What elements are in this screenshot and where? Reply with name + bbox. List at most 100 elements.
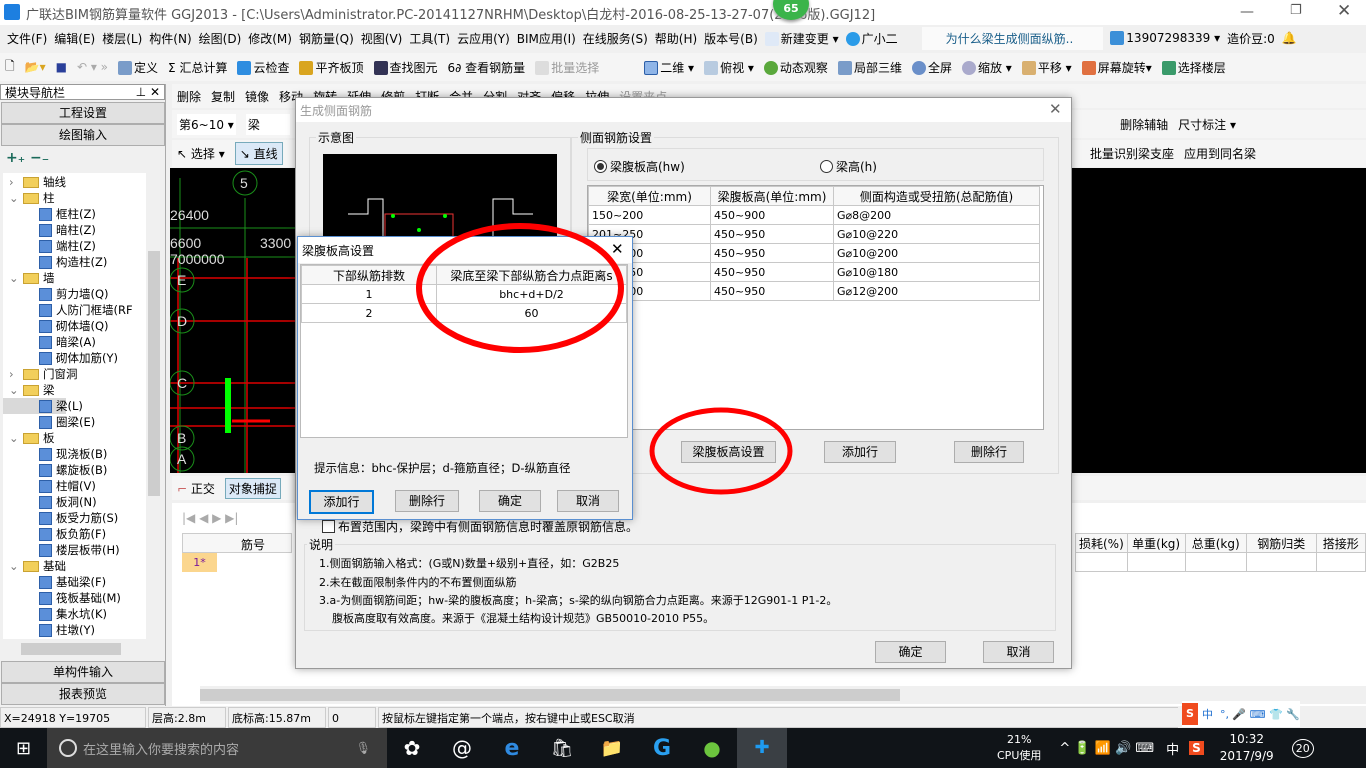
nav-project-settings[interactable]: 工程设置 [1, 102, 165, 124]
tree-folder[interactable]: › 门窗洞 [3, 366, 146, 382]
user-account[interactable]: 13907298339 ▾ [1110, 31, 1220, 46]
ime-lang[interactable]: 中 [1197, 703, 1217, 725]
menu-cloud[interactable]: 云应用(Y) [457, 30, 510, 47]
chevron-down-icon[interactable]: ⌄ [9, 558, 23, 574]
tree-vscrollbar[interactable] [146, 173, 162, 639]
table-cell[interactable]: 450~950 [710, 224, 834, 244]
menu-new-change[interactable]: 新建变更 ▾ [764, 30, 839, 47]
tree-folder[interactable]: ⌄ 基础 [3, 558, 146, 574]
menu-floor[interactable]: 楼层(L) [102, 30, 142, 47]
menu-bim[interactable]: BIM应用(I) [517, 30, 576, 47]
expand-collapse-icons[interactable]: +₊ −₋ [6, 150, 49, 166]
taskbar-app-active[interactable]: ✚ [737, 728, 787, 768]
tree-folder[interactable]: ⌄ 墙 [3, 270, 146, 286]
ime-tools-icons[interactable]: °, 🎤 ⌨ 👕 🔧 [1216, 703, 1300, 725]
table-cell[interactable]: G⌀8@200 [833, 205, 1040, 225]
menu-version[interactable]: 版本号(B) [704, 30, 758, 47]
menu-modify[interactable]: 修改(M) [248, 30, 292, 47]
chevron-down-icon[interactable]: ⌄ [9, 190, 23, 206]
ortho-toggle[interactable]: ⌐ 正交 [177, 480, 215, 497]
table-cell[interactable]: 450~950 [710, 243, 834, 263]
table-cell[interactable]: G⌀10@220 [833, 224, 1040, 244]
chevron-down-icon[interactable]: ⌄ [9, 382, 23, 398]
sub-cancel-button[interactable]: 取消 [557, 490, 619, 512]
tree-item[interactable]: 框柱(Z) [3, 206, 146, 222]
new-file-icon[interactable]: 🗋 [5, 57, 15, 78]
table-cell[interactable]: 150~200 [588, 205, 711, 225]
windows-start-icon[interactable]: ⊞ [0, 738, 47, 759]
2d-dropdown[interactable]: 二维 ▾ [644, 59, 694, 76]
line-tool[interactable]: ↘ 直线 [234, 142, 283, 165]
nav-drawing-input[interactable]: 绘图输入 [1, 124, 165, 146]
table-row[interactable]: 150~200 450~900 G⌀8@200 [588, 205, 1040, 225]
open-file-icon[interactable]: 📂▾ [25, 60, 46, 74]
radio-web-height[interactable]: 梁腹板高(hw) [594, 158, 685, 175]
select-tool[interactable]: ↖ 选择 ▾ [177, 145, 225, 162]
tree-folder[interactable]: ⌄ 板 [3, 430, 146, 446]
tree-item[interactable]: 螺旋板(B) [3, 462, 146, 478]
question-link[interactable]: 为什么梁生成侧面纵筋.. [921, 26, 1104, 50]
overwrite-checkbox[interactable]: 布置范围内，梁跨中有侧面钢筋信息时覆盖原钢筋信息。 [322, 518, 638, 535]
tree-item[interactable]: 板受力筋(S) [3, 510, 146, 526]
table-cell[interactable]: 1 [301, 284, 437, 304]
type-select[interactable]: 梁 [245, 113, 290, 135]
align-slab-top-button[interactable]: 平齐板顶 [299, 59, 364, 76]
tree-item[interactable]: 梁(L) [3, 398, 83, 414]
taskbar-search[interactable]: 在这里输入你要搜索的内容 🎙 [47, 728, 387, 768]
menu-online[interactable]: 在线服务(S) [583, 30, 648, 47]
chevron-right-icon[interactable]: › [9, 174, 23, 190]
bell-icon[interactable]: 🔔 [1282, 31, 1297, 45]
sub-ok-button[interactable]: 确定 [479, 490, 541, 512]
tree-item[interactable]: 圈梁(E) [3, 414, 146, 430]
mirror-button[interactable]: 镜像 [245, 88, 269, 105]
zoom-button[interactable]: 缩放 ▾ [961, 59, 1012, 76]
delete-button[interactable]: 删除 [177, 88, 201, 105]
find-element-button[interactable]: 查找图元 [373, 59, 438, 76]
tree-item[interactable]: 剪力墙(Q) [3, 286, 146, 302]
fullscreen-button[interactable]: 全屏 [911, 59, 952, 76]
table-cell[interactable]: G⌀10@180 [833, 262, 1040, 282]
tree-item[interactable]: 基础梁(F) [3, 574, 146, 590]
tree-item[interactable]: 砌体墙(Q) [3, 318, 146, 334]
tree-item[interactable]: 端柱(Z) [3, 238, 146, 254]
radio-beam-height[interactable]: 梁高(h) [820, 158, 877, 175]
table-cell[interactable]: bhc+d+D/2 [436, 284, 627, 304]
table-row[interactable]: 351~400450~950G⌀12@200 [588, 281, 1040, 301]
tree-folder[interactable]: ⌄ 柱 [3, 190, 146, 206]
tree-folder[interactable]: ⌄ 梁 [3, 382, 146, 398]
table-row[interactable]: 201~250 450~950 G⌀10@220 [588, 224, 1040, 244]
dialog-cancel-button[interactable]: 取消 [983, 641, 1054, 663]
pin-icon[interactable]: ⊥ ✕ [136, 85, 160, 99]
delete-aux-axis-button[interactable]: 删除辅轴 [1120, 116, 1168, 133]
local-3d-button[interactable]: 局部三维 [837, 59, 902, 76]
dialog-close-button[interactable]: ✕ [1049, 100, 1062, 118]
microphone-icon[interactable]: 🎙 [356, 741, 371, 755]
taskbar-app-pinwheel[interactable]: ✿ [387, 736, 437, 760]
menu-view[interactable]: 视图(V) [361, 30, 403, 47]
web-height-settings-button[interactable]: 梁腹板高设置 [681, 441, 776, 463]
restore-button[interactable]: ❐ [1290, 3, 1302, 18]
tree-folder[interactable]: › 轴线 [3, 174, 146, 190]
orbit-button[interactable]: 动态观察 [763, 59, 828, 76]
taskbar-app-browser[interactable]: @ [437, 736, 487, 760]
sub-delete-row-button[interactable]: 删除行 [395, 490, 459, 512]
dimension-button[interactable]: 尺寸标注 ▾ [1178, 116, 1236, 133]
minimize-button[interactable]: — [1240, 4, 1254, 20]
tree-item[interactable]: 柱帽(V) [3, 478, 146, 494]
table-cell[interactable]: 2 [301, 303, 437, 323]
tray-ime[interactable]: 中 [1166, 739, 1179, 758]
dialog-ok-button[interactable]: 确定 [875, 641, 946, 663]
menu-help[interactable]: 帮助(H) [655, 30, 697, 47]
select-floor-button[interactable]: 选择楼层 [1161, 59, 1226, 76]
table-cell[interactable]: 60 [436, 303, 627, 323]
taskbar-app-explorer[interactable]: 📁 [587, 738, 637, 759]
tree-item[interactable]: 楼层板带(H) [3, 542, 146, 558]
table-cell[interactable]: 450~950 [710, 281, 834, 301]
copy-button[interactable]: 复制 [211, 88, 235, 105]
tree-item[interactable]: 砌体加筋(Y) [3, 350, 146, 366]
table-row[interactable]: 1 bhc+d+D/2 [301, 284, 627, 304]
tree-item[interactable]: 集水坑(K) [3, 606, 146, 622]
ime-toolbar[interactable]: S 中 °, 🎤 ⌨ 👕 🔧 [1182, 701, 1300, 727]
table-row[interactable]: 2 60 [301, 303, 627, 323]
menu-component[interactable]: 构件(N) [149, 30, 191, 47]
